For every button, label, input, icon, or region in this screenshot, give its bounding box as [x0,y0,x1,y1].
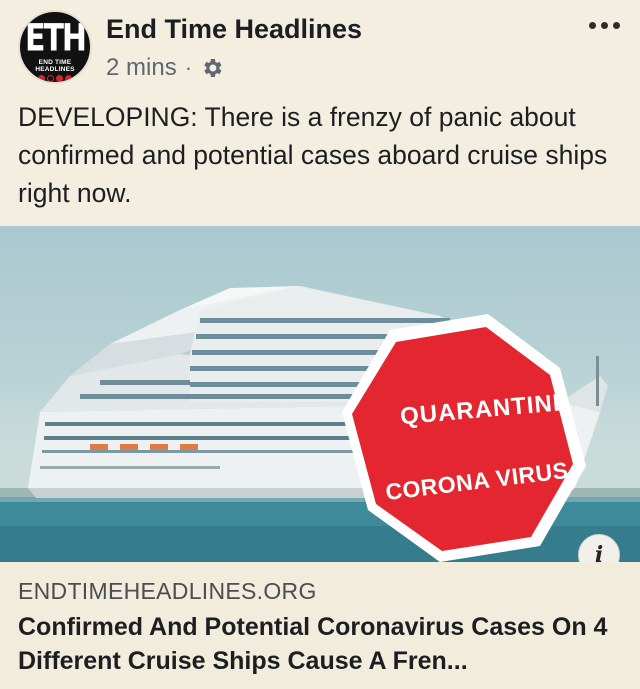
link-preview-image[interactable]: QUARANTINE CORONA VIRUS [0,226,640,562]
more-dots-icon[interactable] [589,22,620,29]
facebook-post: ETH END TIME HEADLINES End Time Headline… [0,0,640,689]
link-domain: ENDTIMEHEADLINES.ORG [18,578,317,604]
page-avatar[interactable]: ETH END TIME HEADLINES [18,10,92,84]
avatar-dots [20,69,90,82]
page-name-link[interactable]: End Time Headlines [106,14,362,45]
link-headline[interactable]: Confirmed And Potential Coronavirus Case… [18,610,628,678]
link-preview[interactable]: ENDTIMEHEADLINES.ORG Confirmed And Poten… [0,562,640,689]
gear-icon[interactable] [200,56,224,80]
post-timestamp[interactable]: 2 mins [106,54,177,82]
avatar-monogram: ETH [24,16,87,61]
post-header: ETH END TIME HEADLINES End Time Headline… [0,0,640,92]
post-meta: 2 mins · [106,54,224,82]
post-message: DEVELOPING: There is a frenzy of panic a… [18,102,608,208]
meta-separator: · [184,55,193,80]
